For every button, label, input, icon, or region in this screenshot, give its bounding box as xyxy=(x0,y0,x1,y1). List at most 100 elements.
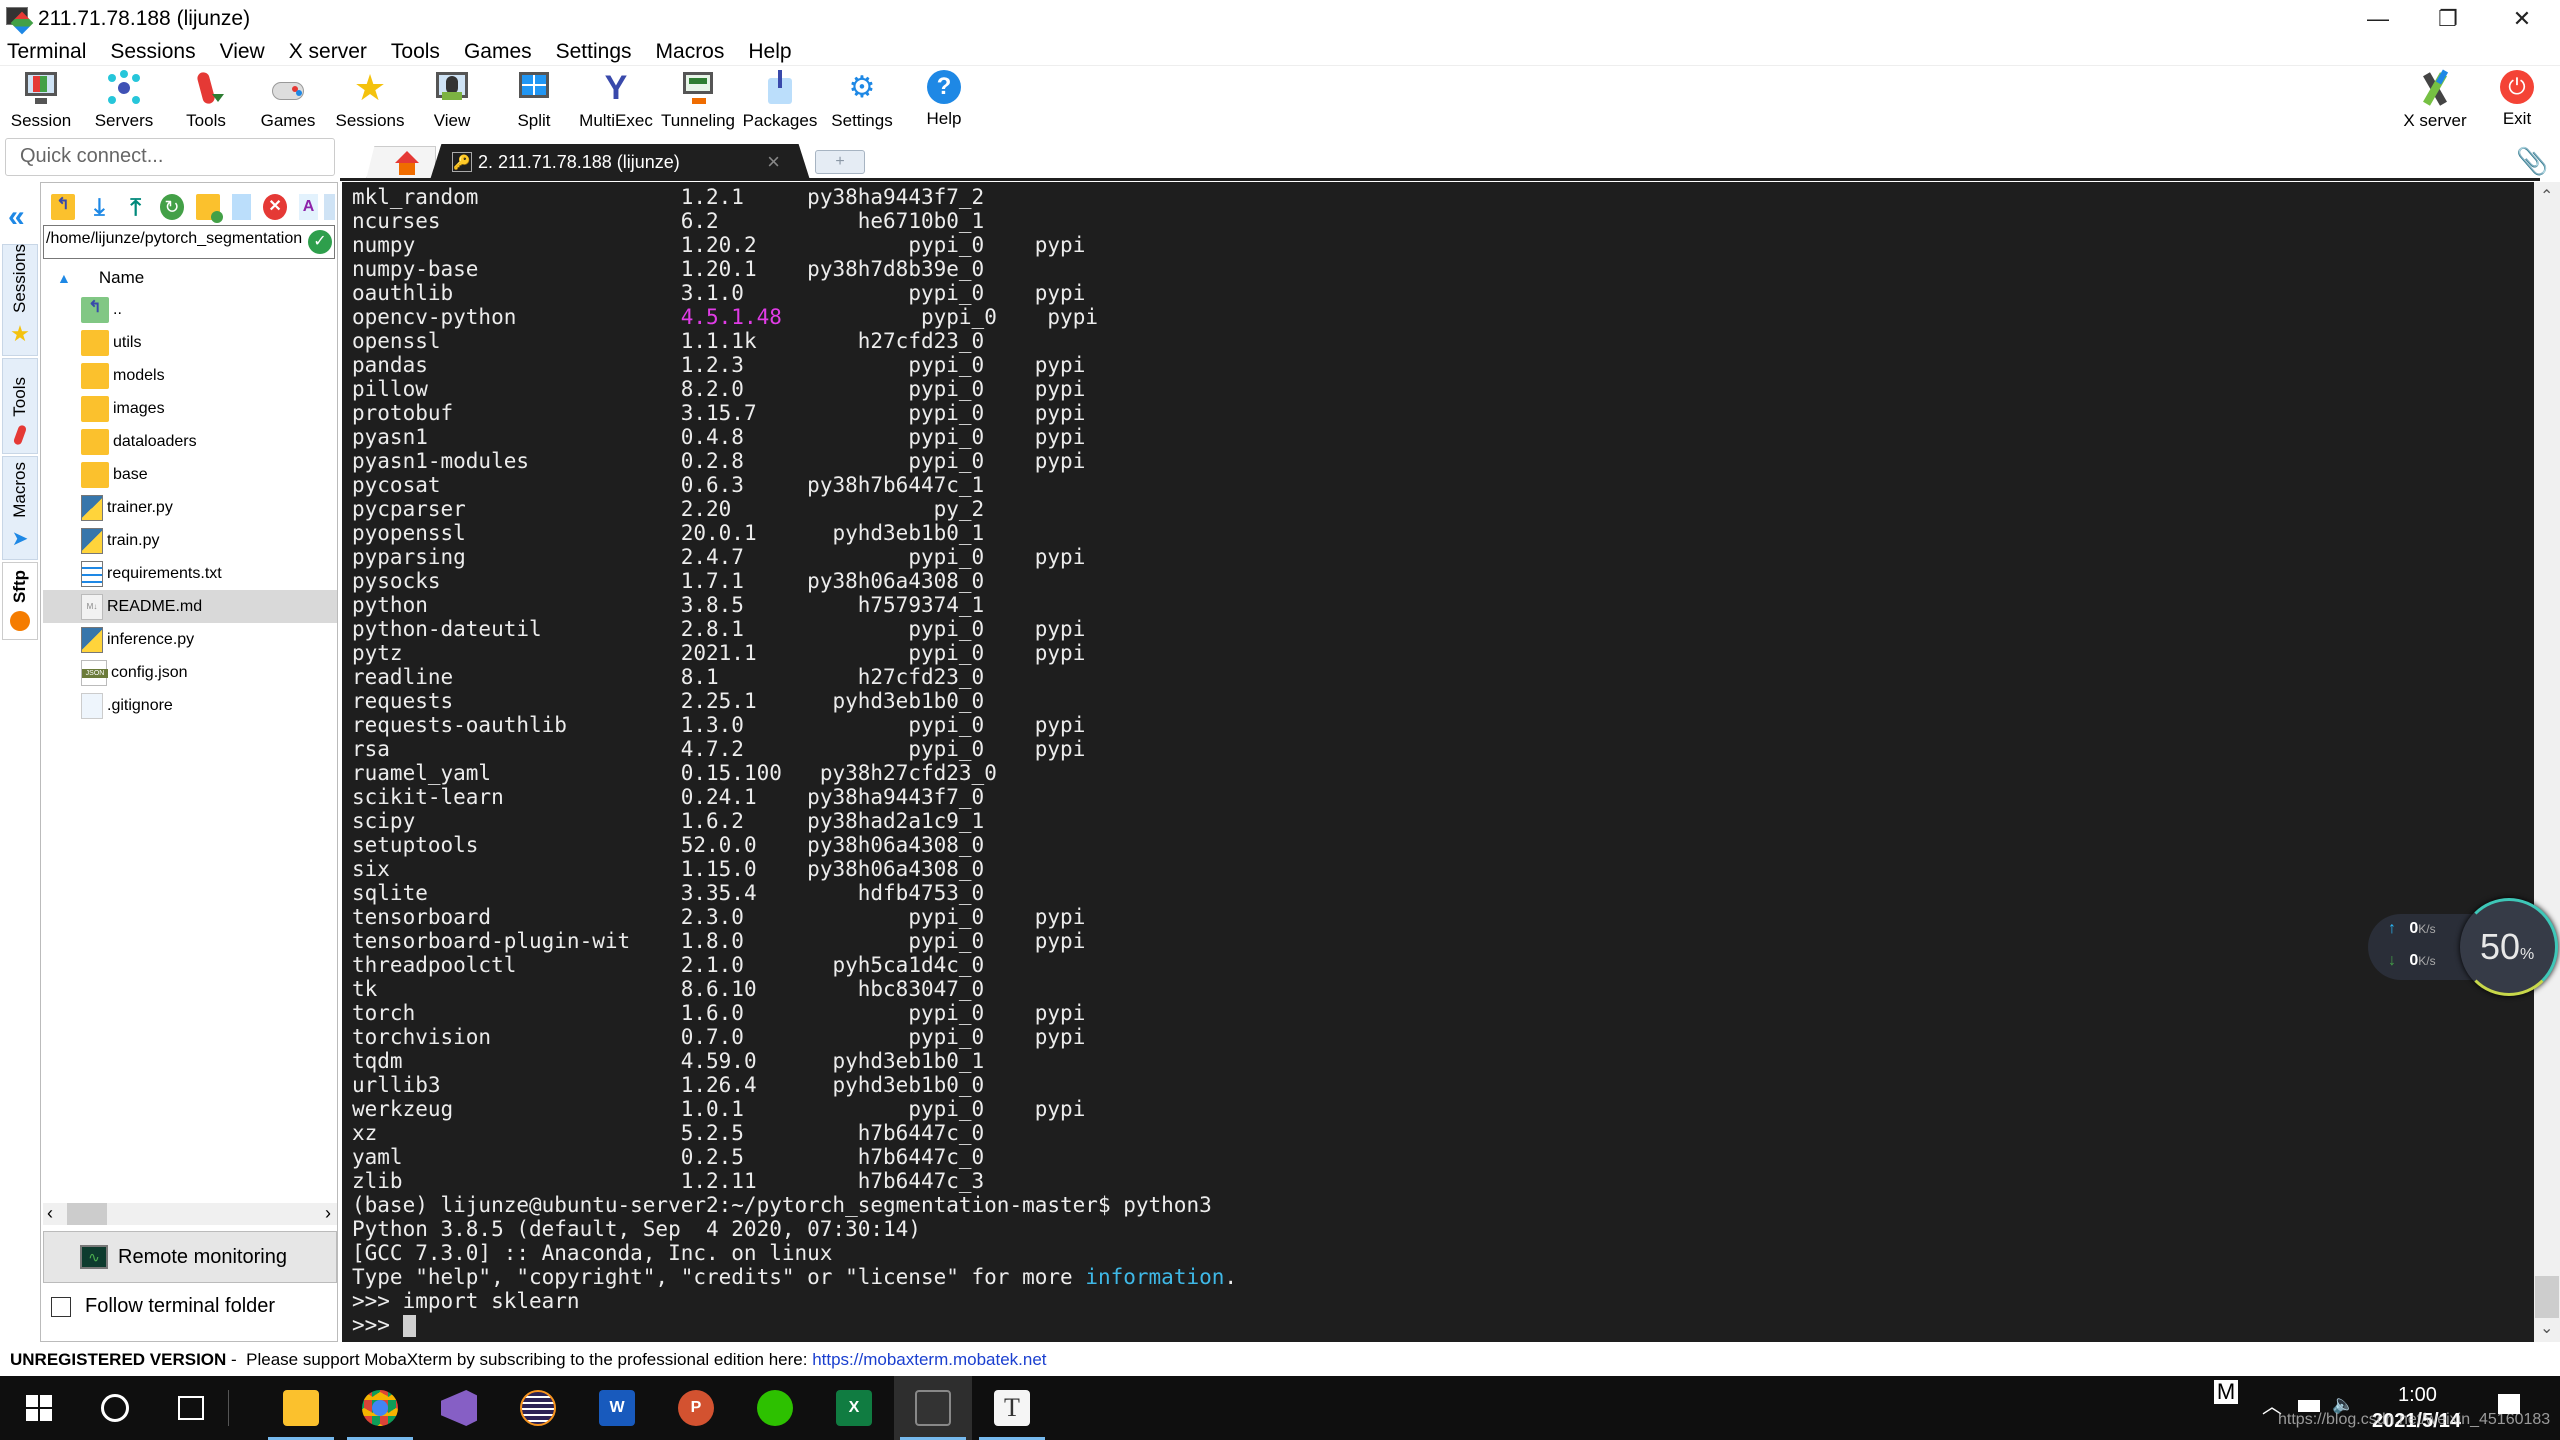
terminal-output[interactable]: mkl_random 1.2.1 py38ha9443f7_2 ncurses 6… xyxy=(342,182,2534,1342)
menu-sessions[interactable]: Sessions xyxy=(110,40,195,64)
path-ok-icon[interactable]: ✓ xyxy=(308,230,332,254)
packages-button[interactable]: Packages xyxy=(739,68,821,134)
file-row[interactable]: inference.py xyxy=(43,623,337,656)
visual-studio-icon xyxy=(441,1390,477,1426)
taskbar-wechat[interactable] xyxy=(736,1376,814,1440)
download-icon[interactable]: ⤓ xyxy=(87,194,111,221)
home-tab[interactable] xyxy=(366,146,436,180)
new-tab-button[interactable]: + xyxy=(815,150,865,174)
sftp-horizontal-scrollbar[interactable]: ‹ › xyxy=(43,1203,337,1225)
current-prompt[interactable]: >>> xyxy=(352,1313,2534,1337)
properties-icon[interactable] xyxy=(323,194,335,220)
quick-connect-input[interactable]: Quick connect... xyxy=(5,138,335,176)
scrollbar-thumb[interactable] xyxy=(67,1203,107,1225)
new-file-icon[interactable] xyxy=(232,194,251,220)
taskbar-visual-studio[interactable] xyxy=(420,1376,498,1440)
multiexec-button[interactable]: Y MultiExec xyxy=(575,68,657,134)
menu-view[interactable]: View xyxy=(220,40,265,64)
scrollbar-thumb[interactable] xyxy=(2535,1276,2559,1318)
attach-icon[interactable]: 📎 xyxy=(2516,146,2548,177)
task-view-button[interactable] xyxy=(152,1376,230,1440)
file-row-selected[interactable]: M↓ README.md xyxy=(43,590,337,623)
ime-indicator[interactable]: M xyxy=(2214,1380,2238,1404)
settings-button[interactable]: ⚙ Settings xyxy=(821,68,903,134)
star-icon: ★ xyxy=(353,67,387,108)
taskbar-file-explorer[interactable] xyxy=(262,1376,340,1440)
refresh-icon[interactable]: ↻ xyxy=(159,194,184,220)
menu-macros[interactable]: Macros xyxy=(656,40,725,64)
side-tab-tools[interactable]: Tools xyxy=(2,358,38,454)
scroll-down-icon[interactable]: ⌄ xyxy=(2540,1318,2553,1338)
file-row[interactable]: dataloaders xyxy=(43,425,337,458)
package-row: xz 5.2.5 h7b6447c_0 xyxy=(352,1121,2534,1145)
terminal-vertical-scrollbar[interactable]: ⌃ ⌄ xyxy=(2534,182,2560,1342)
side-tab-macros[interactable]: Macros ➤ xyxy=(2,456,38,560)
file-row[interactable]: ↰.. xyxy=(43,293,337,326)
taskbar-eclipse[interactable] xyxy=(499,1376,577,1440)
close-window-button[interactable]: ✕ xyxy=(2484,0,2560,38)
taskbar-word[interactable]: W xyxy=(578,1376,656,1440)
menu-settings[interactable]: Settings xyxy=(556,40,632,64)
taskbar-powerpoint[interactable]: P xyxy=(657,1376,735,1440)
split-button[interactable]: Split xyxy=(493,68,575,134)
follow-terminal-folder[interactable]: Follow terminal folder xyxy=(51,1295,275,1318)
taskbar-typora[interactable]: T xyxy=(973,1376,1051,1440)
remote-monitoring-button[interactable]: ∿ Remote monitoring xyxy=(43,1231,337,1283)
start-button[interactable] xyxy=(0,1376,78,1440)
name-column-header[interactable]: ▲ Name xyxy=(43,263,337,293)
games-button[interactable]: Games xyxy=(247,68,329,134)
session-button[interactable]: Session xyxy=(0,68,82,134)
clock-time[interactable]: 1:00 xyxy=(2398,1384,2437,1407)
servers-button[interactable]: Servers xyxy=(83,68,165,134)
menu-help[interactable]: Help xyxy=(748,40,791,64)
file-row[interactable]: .gitignore xyxy=(43,689,337,722)
x-server-button[interactable]: X server xyxy=(2394,68,2476,134)
sftp-path-input[interactable]: /home/lijunze/pytorch_segmentation ✓ xyxy=(43,225,335,259)
file-row[interactable]: trainer.py xyxy=(43,491,337,524)
collapse-sidebar-icon[interactable]: « xyxy=(8,200,25,234)
file-row[interactable]: images xyxy=(43,392,337,425)
side-tab-sftp[interactable]: Sftp xyxy=(2,562,38,640)
side-tab-sessions[interactable]: Sessions ★ xyxy=(2,244,38,356)
tools-button[interactable]: Tools xyxy=(165,68,247,134)
scroll-up-icon[interactable]: ⌃ xyxy=(2540,186,2553,206)
help-button[interactable]: ? Help xyxy=(903,68,985,134)
taskbar-mobaxterm[interactable] xyxy=(894,1376,972,1440)
view-button[interactable]: View xyxy=(411,68,493,134)
parent-folder-icon[interactable]: ↰ xyxy=(51,194,76,220)
follow-terminal-folder-checkbox[interactable] xyxy=(51,1296,71,1317)
minimize-button[interactable]: — xyxy=(2340,0,2416,38)
tab-session-2[interactable]: 🔑 2. 211.71.78.188 (lijunze) × xyxy=(430,144,810,180)
delete-icon[interactable]: ✕ xyxy=(262,194,288,220)
menu-games[interactable]: Games xyxy=(464,40,532,64)
taskbar-excel[interactable]: X xyxy=(815,1376,893,1440)
file-row[interactable]: JSON config.json xyxy=(43,656,337,689)
package-version: 2.4.7 xyxy=(680,545,744,569)
restore-button[interactable]: ❐ xyxy=(2410,0,2486,38)
sessions-button[interactable]: ★ Sessions xyxy=(329,68,411,134)
mobatek-link[interactable]: https://mobaxterm.mobatek.net xyxy=(812,1350,1046,1370)
file-row[interactable]: utils xyxy=(43,326,337,359)
typora-icon: T xyxy=(994,1390,1030,1426)
scroll-left-icon[interactable]: ‹ xyxy=(47,1203,53,1224)
package-version: 1.0.1 xyxy=(680,1097,744,1121)
rename-icon[interactable]: A xyxy=(299,194,318,220)
menu-tools[interactable]: Tools xyxy=(391,40,440,64)
file-row[interactable]: train.py xyxy=(43,524,337,557)
taskbar-chrome[interactable] xyxy=(341,1376,419,1440)
tab-close-icon[interactable]: × xyxy=(767,149,780,175)
network-speed-widget[interactable]: ↑ 0K/s ↓ 0K/s 50% xyxy=(2368,898,2558,998)
scroll-right-icon[interactable]: › xyxy=(325,1203,331,1224)
notification-icon[interactable] xyxy=(2498,1394,2520,1414)
new-folder-icon[interactable] xyxy=(196,194,224,223)
file-row[interactable]: requirements.txt xyxy=(43,557,337,590)
file-row[interactable]: base xyxy=(43,458,337,491)
menu-terminal[interactable]: Terminal xyxy=(7,40,86,64)
package-row: oauthlib 3.1.0 pypi_0 pypi xyxy=(352,281,2534,305)
tunneling-button[interactable]: Tunneling xyxy=(657,68,739,134)
file-row[interactable]: models xyxy=(43,359,337,392)
upload-icon[interactable]: ⤒ xyxy=(124,194,148,221)
exit-button[interactable]: ⏻ Exit xyxy=(2476,68,2558,134)
menu-x-server[interactable]: X server xyxy=(289,40,367,64)
cortana-button[interactable] xyxy=(76,1376,154,1440)
